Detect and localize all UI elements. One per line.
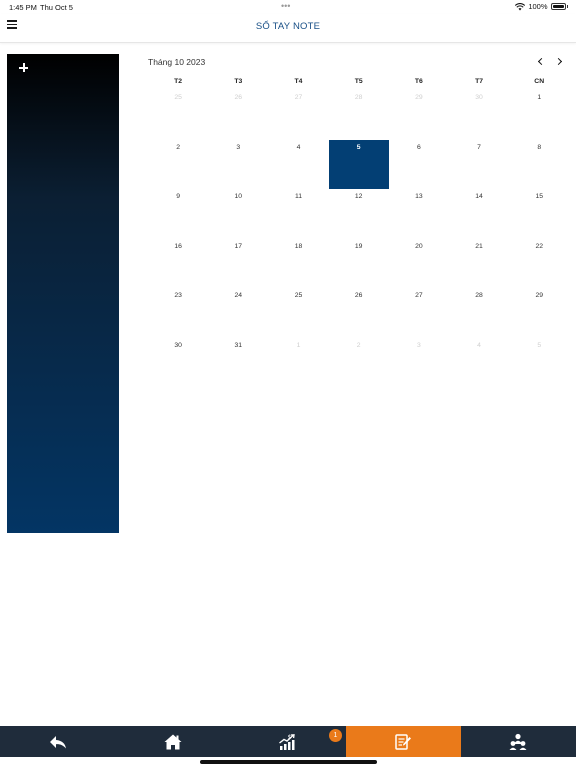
notebook-pen-icon [395,733,412,750]
wifi-icon [515,2,526,10]
home-indicator[interactable] [200,760,377,764]
back-arrow-icon [49,735,66,748]
bottom-tab-bar: $ [0,726,576,757]
calendar-day[interactable]: 3 [389,338,449,388]
battery-percent: 100% [528,2,548,11]
multitasking-dots-icon[interactable]: ••• [281,1,290,11]
calendar-day[interactable]: 2 [148,140,208,190]
calendar-day[interactable]: 18 [268,239,328,289]
calendar-day[interactable]: 6 [389,140,449,190]
tab-home[interactable] [115,726,230,757]
calendar-day[interactable]: 2 [329,338,389,388]
calendar-day[interactable]: 29 [389,90,449,140]
weekday-label: T2 [174,78,183,85]
weekday-label: T6 [414,78,423,85]
calendar-day[interactable]: 21 [449,239,509,289]
tab-community[interactable] [461,726,576,757]
weekday-label: CN [534,78,545,85]
calendar-day[interactable]: 1 [268,338,328,388]
calendar-day[interactable]: 14 [449,189,509,239]
calendar-day[interactable]: 3 [208,140,268,190]
people-icon [509,733,527,750]
calendar-day[interactable]: 27 [268,90,328,140]
weekday-label: T5 [354,78,363,85]
calendar-grid: 25 26 27 28 29 30 1 2 3 4 5 6 7 8 9 10 11 12 13 14 15 16 17 18 1… [148,90,569,387]
calendar-day[interactable]: 15 [509,189,569,239]
calendar-day[interactable]: 11 [268,189,328,239]
status-date: Thu Oct 5 [40,3,73,12]
calendar-day[interactable]: 4 [449,338,509,388]
calendar-day-selected[interactable]: 5 [328,139,389,189]
calendar-day[interactable]: 28 [449,288,509,338]
add-note-icon[interactable] [19,63,28,72]
notification-badge: 1 [329,729,342,742]
page-title: SỔ TAY NOTE [255,21,321,32]
home-icon [164,734,182,749]
calendar-day[interactable]: 19 [329,239,389,289]
weekday-label: T7 [475,78,483,85]
battery-tip [566,5,568,8]
status-right: 100% [515,2,568,11]
calendar-day[interactable]: 22 [509,239,569,289]
calendar-day[interactable]: 17 [208,239,268,289]
app-header: SỔ TAY NOTE [0,14,576,43]
tab-finance[interactable]: $ [230,726,345,757]
svg-text:$: $ [288,734,292,741]
calendar-day[interactable]: 25 [268,288,328,338]
calendar-day[interactable]: 30 [148,338,208,388]
calendar-day[interactable]: 13 [389,189,449,239]
calendar-day[interactable]: 16 [148,239,208,289]
calendar-day[interactable]: 8 [509,140,569,190]
calendar-day[interactable]: 26 [208,90,268,140]
calendar-day[interactable]: 10 [208,189,268,239]
calendar-day[interactable]: 30 [449,90,509,140]
weekday-label: T3 [234,78,243,85]
calendar-day[interactable]: 5 [509,338,569,388]
status-time: 1:45 PM [9,3,37,12]
notes-side-panel [7,54,119,533]
calendar-day[interactable]: 1 [509,90,569,140]
calendar-day[interactable]: 12 [329,189,389,239]
calendar-day[interactable]: 24 [208,288,268,338]
calendar-day[interactable]: 25 [148,90,208,140]
calendar-day[interactable]: 28 [329,90,389,140]
calendar-weekday-header: T2 T3 T4 T5 T6 T7 CN [148,78,568,85]
previous-month-chevron-icon[interactable] [536,56,546,66]
status-bar: 1:45 PM Thu Oct 5 ••• 100% [0,0,576,14]
calendar-day[interactable]: 9 [148,189,208,239]
calendar-month-label: Tháng 10 2023 [148,57,206,67]
calendar-day[interactable]: 27 [389,288,449,338]
tab-back[interactable] [0,726,115,757]
chart-dollar-icon: $ [279,734,295,750]
calendar-day[interactable]: 7 [449,140,509,190]
tab-notebook[interactable] [345,726,461,757]
calendar-day[interactable]: 20 [389,239,449,289]
calendar-day[interactable]: 31 [208,338,268,388]
calendar-day[interactable]: 23 [148,288,208,338]
next-month-chevron-icon[interactable] [555,56,565,66]
battery-icon [550,3,566,10]
calendar-day[interactable]: 26 [329,288,389,338]
calendar-day[interactable]: 4 [268,140,328,190]
calendar-day[interactable]: 29 [509,288,569,338]
weekday-label: T4 [294,78,303,85]
